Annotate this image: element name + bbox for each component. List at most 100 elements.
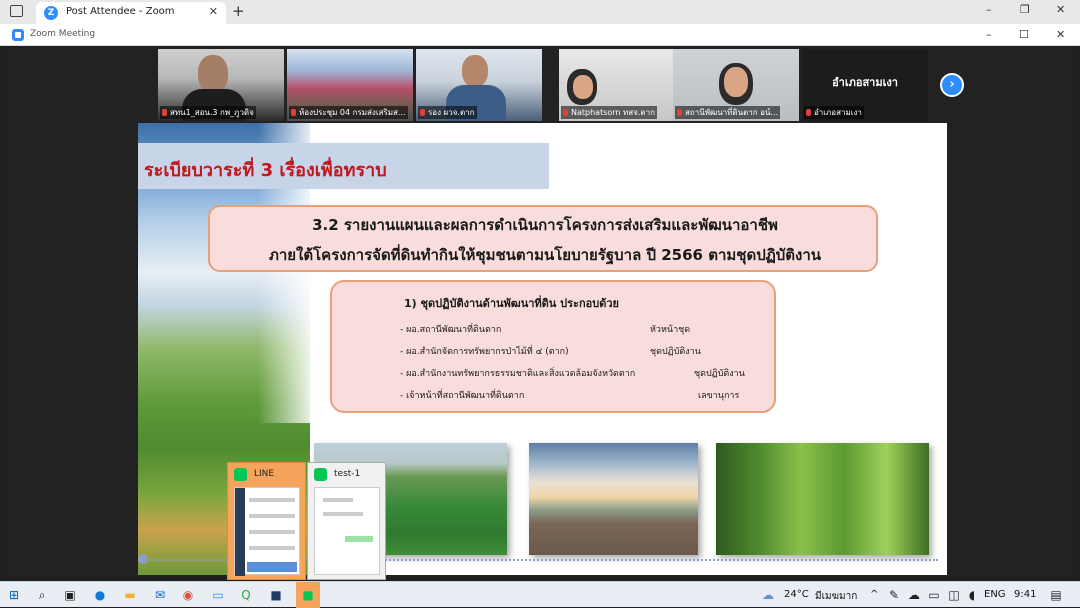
participant-display-name: อำเภอสามเงา — [832, 76, 898, 89]
browser-tab-zoom[interactable]: Z Post Attendee - Zoom ✕ — [36, 2, 226, 24]
chat-message — [345, 536, 373, 542]
test-window-preview[interactable]: test-1 — [307, 462, 386, 580]
weather-description[interactable]: มีเมฆมาก — [815, 589, 857, 604]
line-chat-row — [249, 530, 295, 534]
tab-close-button[interactable]: ✕ — [209, 5, 218, 18]
participant-video[interactable]: Natphatsorn ทสจ.ตาก — [559, 49, 685, 121]
participant-name: อำเภอสามเงา — [804, 106, 864, 119]
team-member-role: - เจ้าหน้าที่สถานีพัฒนาที่ดินตาก — [400, 391, 525, 401]
line-chat-row — [249, 546, 295, 550]
zoom-taskbar-icon[interactable]: ▭ — [210, 587, 226, 603]
slide-progress-dot — [138, 554, 148, 564]
zoom-title-bar: Zoom Meeting – ☐ ✕ — [0, 24, 1080, 46]
notification-center-icon[interactable]: ▤ — [1048, 587, 1064, 603]
file-explorer-icon[interactable]: ▬ — [122, 587, 138, 603]
participant-name-text: ห้องประชุม 04 กรมส่งเสริมส... — [299, 108, 406, 117]
browser-minimize-button[interactable]: – — [986, 3, 992, 16]
line-banner — [247, 562, 297, 572]
chat-message — [323, 512, 363, 516]
pen-icon[interactable]: ✎ — [886, 587, 902, 603]
line-chat-row — [249, 498, 295, 502]
participant-face — [573, 75, 593, 99]
weather-cloud-icon[interactable]: ☁ — [760, 587, 776, 603]
bare-soil-photo — [529, 443, 698, 555]
task-view-icon[interactable]: ▣ — [62, 587, 78, 603]
onedrive-icon[interactable]: ☁ — [906, 587, 922, 603]
next-participants-button[interactable]: › — [940, 73, 964, 97]
preview-title: test-1 — [334, 469, 361, 479]
zoom-close-button[interactable]: ✕ — [1056, 28, 1065, 41]
qgis-icon[interactable]: Q — [238, 587, 254, 603]
show-hidden-icons-button[interactable]: ^ — [870, 589, 878, 600]
participant-name: สทน1_สอน.3 กพ_ภูวดิจ — [160, 106, 256, 119]
mic-muted-icon — [677, 109, 682, 116]
participant-video[interactable]: สทน1_สอน.3 กพ_ภูวดิจ — [158, 49, 284, 121]
participant-face — [198, 55, 228, 93]
tab-title: Post Attendee - Zoom — [66, 6, 175, 17]
mic-muted-icon — [420, 109, 425, 116]
participant-name: ห้องประชุม 04 กรมส่งเสริมส... — [289, 106, 408, 119]
team-member-role: - ผอ.สำนักจัดการทรัพยากรป่าไม้ที่ ๔ (ตาก… — [400, 347, 569, 357]
participant-name: สถานีพัฒนาที่ดินตาก อน์... — [675, 106, 781, 119]
line-chat-row — [249, 514, 295, 518]
browser-close-button[interactable]: ✕ — [1056, 3, 1065, 16]
team-member-role: - ผอ.สำนักงานทรัพยากรธรรมชาติและสิ่งแวดล… — [400, 369, 636, 379]
battery-icon[interactable]: ▭ — [926, 587, 942, 603]
clock-time[interactable]: 9:41 — [1014, 589, 1036, 600]
slide-title-box: ระเบียบวาระที่ 3 เรื่องเพื่อทราบ — [138, 143, 549, 189]
participant-name-text: Natphatsorn ทสจ.ตาก — [571, 108, 655, 117]
zoom-maximize-button[interactable]: ☐ — [1019, 28, 1029, 41]
test-preview-image — [314, 487, 380, 575]
participant-name: รอง ผวจ.ตาก — [418, 106, 477, 119]
meeting-area: สทน1_สอน.3 กพ_ภูวดิจ ห้องประชุม 04 กรมส่… — [7, 47, 1073, 577]
participant-video[interactable]: ห้องประชุม 04 กรมส่งเสริมส... — [287, 49, 413, 121]
participant-video[interactable]: รอง ผวจ.ตาก — [416, 49, 542, 121]
line-app-icon — [314, 468, 327, 481]
participant-face — [462, 55, 488, 87]
mic-muted-icon — [291, 109, 296, 116]
participant-name-text: สถานีพัฒนาที่ดินตาก อน์... — [685, 108, 779, 117]
team-list-heading: 1) ชุดปฏิบัติงานด้านพัฒนาที่ดิน ประกอบด้… — [404, 297, 619, 310]
participant-name: Natphatsorn ทสจ.ตาก — [561, 106, 657, 119]
line-taskbar-icon[interactable]: ■ — [300, 587, 316, 603]
team-member-duty: ชุดปฏิบัติงาน — [650, 347, 701, 357]
line-window-preview[interactable]: LINE — [227, 462, 306, 580]
team-member-duty: ชุดปฏิบัติงาน — [694, 369, 745, 379]
search-icon[interactable]: ⌕ — [34, 587, 50, 603]
tab-actions-icon[interactable] — [10, 5, 23, 17]
weather-temperature[interactable]: 24°C — [784, 589, 809, 600]
mail-icon[interactable]: ✉ — [152, 587, 168, 603]
browser-maximize-button[interactable]: ❐ — [1020, 3, 1030, 16]
windows-start-icon[interactable]: ⊞ — [6, 587, 22, 603]
volume-icon[interactable]: ◖ — [964, 587, 980, 603]
zoom-logo-icon: Z — [44, 6, 58, 20]
participant-name-text: สทน1_สอน.3 กพ_ภูวดิจ — [170, 108, 254, 117]
participant-video[interactable]: สถานีพัฒนาที่ดินตาก อน์... — [673, 49, 799, 121]
app-icon[interactable]: ■ — [268, 587, 284, 603]
zoom-minimize-button[interactable]: – — [986, 28, 992, 41]
participant-name-text: อำเภอสามเงา — [814, 108, 862, 117]
mic-muted-icon — [162, 109, 167, 116]
participant-name-text: รอง ผวจ.ตาก — [428, 108, 475, 117]
edge-icon[interactable]: ● — [92, 587, 108, 603]
slide-heading-box: 3.2 รายงานแผนและผลการดำเนินการโครงการส่ง… — [208, 205, 878, 272]
slide-heading-line-2: ภายใต้โครงการจัดที่ดินทำกินให้ชุมชนตามนโ… — [268, 246, 822, 264]
network-icon[interactable]: ◫ — [946, 587, 962, 603]
chrome-icon[interactable]: ◉ — [180, 587, 196, 603]
line-sidebar — [235, 488, 245, 576]
line-app-icon — [234, 468, 247, 481]
line-preview-image — [234, 487, 300, 576]
slide-title: ระเบียบวาระที่ 3 เรื่องเพื่อทราบ — [144, 160, 387, 181]
mic-muted-icon — [806, 109, 811, 116]
team-list-box: 1) ชุดปฏิบัติงานด้านพัฒนาที่ดิน ประกอบด้… — [330, 280, 776, 413]
chat-message — [323, 498, 353, 502]
mic-muted-icon — [563, 109, 568, 116]
browser-tab-bar: Z Post Attendee - Zoom ✕ + – ❐ ✕ — [0, 0, 1080, 24]
input-language[interactable]: ENG — [984, 589, 1006, 600]
participant-video[interactable]: อำเภอสามเงา อำเภอสามเงา — [802, 49, 928, 121]
windows-taskbar: ⊞ ⌕ ▣ ● ▬ ✉ ◉ ▭ Q ■ ■ ☁ 24°C มีเมฆมาก ^ … — [0, 581, 1080, 608]
forest-photo — [716, 443, 929, 555]
preview-title: LINE — [254, 469, 275, 479]
team-member-role: - ผอ.สถานีพัฒนาที่ดินตาก — [400, 325, 502, 335]
new-tab-button[interactable]: + — [232, 2, 245, 20]
